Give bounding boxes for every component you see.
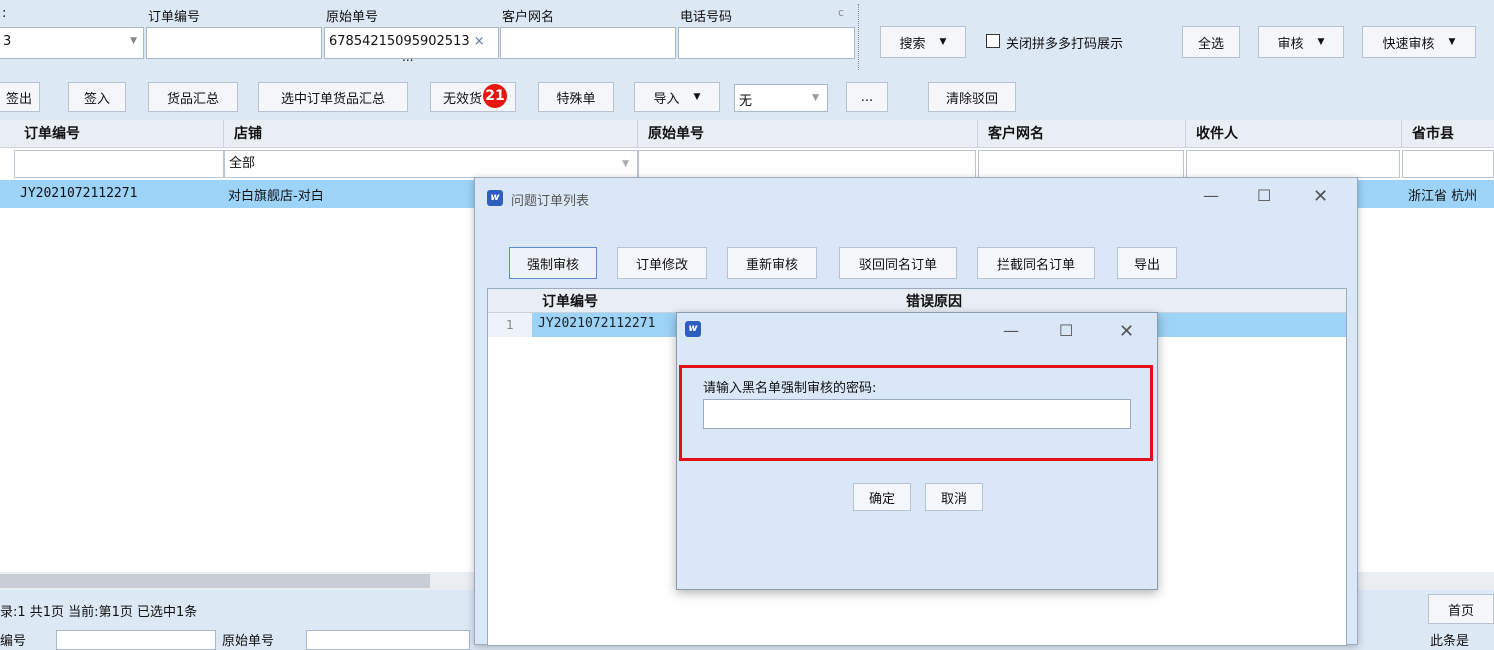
problem-grid-header: 订单编号 错误原因 [488,289,1346,313]
order-no-label: 订单编号 [148,10,201,25]
filter-recipient[interactable] [1186,150,1400,178]
scrollbar-thumb[interactable] [0,574,430,588]
first-page-button[interactable]: 首页 [1428,594,1494,624]
dialog-title: 问题订单列表 [511,194,590,209]
close-icon[interactable]: ✕ [1313,186,1328,207]
bottom-label-3: 此条是 [1430,634,1470,649]
close-pdd-checkbox[interactable] [986,34,1000,48]
maximize-icon[interactable]: ☐ [1257,186,1271,205]
chevron-down-icon: ▼ [693,92,701,102]
re-audit-button[interactable]: 重新审核 [727,247,817,279]
search-button-label: 搜索 [899,36,926,52]
bottom-label-1: 编号 [0,634,27,649]
audit-button-label: 审核 [1277,36,1304,52]
import-button-label: 导入 [653,91,680,107]
password-dialog: w — ☐ ✕ 请输入黑名单强制审核的密码: 确定 取消 [676,312,1158,590]
order-no-input[interactable] [146,27,322,59]
filter-order-no[interactable] [14,150,224,178]
chevron-down-icon: ▼ [939,37,947,47]
row-shop: 对白旗舰店-对白 [228,189,324,204]
col-region[interactable]: 省市县 [1402,120,1494,148]
goods-summary-button[interactable]: 货品汇总 [148,82,238,112]
chevron-down-icon: ▼ [1448,37,1456,47]
chevron-down-icon: ▼ [130,36,137,46]
search-button[interactable]: 搜索 ▼ [880,26,966,58]
minimize-icon[interactable]: — [1203,186,1219,205]
invalid-count-badge: 21 [483,84,507,108]
close-pdd-label: 关闭拼多多打码展示 [1006,37,1124,52]
row-order-no: JY2021072112271 [20,186,138,201]
problem-row-order-no: JY2021072112271 [538,316,656,331]
minimize-icon[interactable]: — [1003,321,1019,340]
maximize-icon[interactable]: ☐ [1059,321,1073,340]
row-index: 1 [488,313,532,337]
more-button[interactable]: ... [846,82,888,112]
filter-shop-value: 全部 [229,156,256,171]
intercept-same-name-button[interactable]: 拦截同名订单 [977,247,1095,279]
app-logo-icon: w [685,321,701,337]
chevron-down-icon: ▼ [1317,37,1325,47]
col-order-no[interactable]: 订单编号 [14,120,224,148]
phone-input[interactable] [678,27,855,59]
sign-out-button[interactable]: 签出 [0,82,40,112]
confirm-button[interactable]: 确定 [853,483,911,511]
refresh-icon[interactable]: c [838,6,844,19]
customer-input[interactable] [500,27,676,59]
filter-region[interactable] [1402,150,1494,178]
chevron-down-icon: ▼ [812,93,819,103]
problem-col-order-no[interactable]: 订单编号 [542,291,598,311]
bottom-input-1[interactable] [56,630,216,650]
force-audit-button[interactable]: 强制审核 [509,247,597,279]
partial-label: : [2,6,7,21]
more-fields-handle[interactable]: ... [402,50,413,64]
order-modify-button[interactable]: 订单修改 [617,247,707,279]
sign-in-button[interactable]: 签入 [68,82,126,112]
original-no-value: 67854215095902513 [329,34,470,49]
quick-audit-button-label: 快速审核 [1382,36,1435,52]
audit-button[interactable]: 审核 ▼ [1258,26,1344,58]
select-all-button[interactable]: 全选 [1182,26,1240,58]
filter-original-no[interactable] [638,150,976,178]
password-input[interactable] [703,399,1131,429]
import-type-value: 无 [739,94,753,109]
left-select[interactable]: 3 ▼ [0,27,144,59]
filter-shop[interactable]: 全部 ▼ [224,150,638,178]
special-order-button[interactable]: 特殊单 [538,82,614,112]
import-type-select[interactable]: 无 ▼ [734,84,828,112]
original-no-label: 原始单号 [326,10,379,25]
filter-customer[interactable] [978,150,1184,178]
invalid-goods-label: 无效货 [443,91,483,107]
app-logo-icon: w [487,190,503,206]
quick-audit-button[interactable]: 快速审核 ▼ [1362,26,1476,58]
dialog-titlebar: w 问题订单列表 — ☐ ✕ [475,178,1357,220]
col-recipient[interactable]: 收件人 [1186,120,1402,148]
col-original-no[interactable]: 原始单号 [638,120,978,148]
col-shop[interactable]: 店铺 [224,120,638,148]
row-region: 浙江省 杭州 [1408,189,1478,204]
password-prompt: 请输入黑名单强制审核的密码: [703,381,877,396]
left-select-value: 3 [3,34,12,49]
phone-label: 电话号码 [680,10,733,25]
bottom-label-2: 原始单号 [222,634,275,649]
clear-reject-button[interactable]: 清除驳回 [928,82,1016,112]
divider [858,4,859,70]
clear-icon[interactable]: × [474,34,485,49]
customer-label: 客户网名 [502,10,555,25]
selected-goods-summary-button[interactable]: 选中订单货品汇总 [258,82,408,112]
col-customer[interactable]: 客户网名 [978,120,1186,148]
export-button[interactable]: 导出 [1117,247,1177,279]
reject-same-name-button[interactable]: 驳回同名订单 [839,247,957,279]
status-text: 录:1 共1页 当前:第1页 已选中1条 [0,605,198,620]
problem-col-error[interactable]: 错误原因 [906,291,962,311]
close-icon[interactable]: ✕ [1119,321,1134,342]
bottom-input-2[interactable] [306,630,470,650]
chevron-down-icon: ▼ [622,159,629,169]
import-button[interactable]: 导入 ▼ [634,82,720,112]
cancel-button[interactable]: 取消 [925,483,983,511]
